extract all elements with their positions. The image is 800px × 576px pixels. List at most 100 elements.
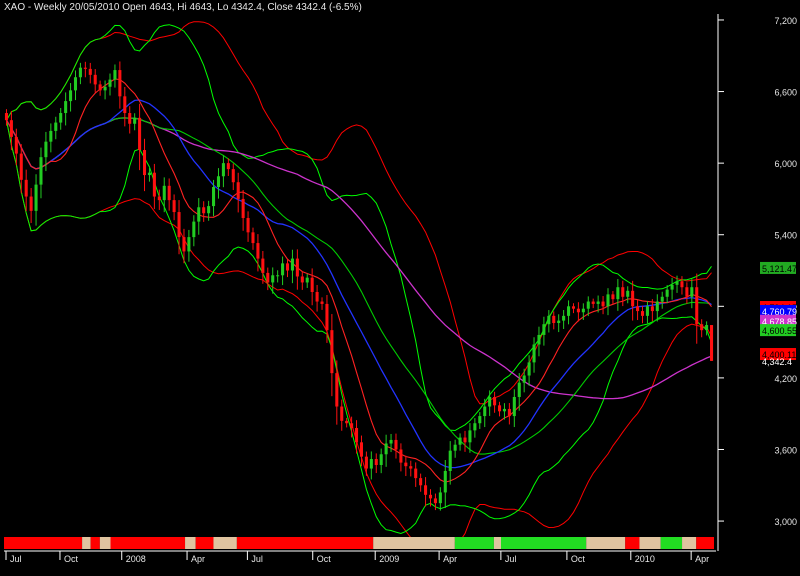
candle-body bbox=[207, 206, 211, 214]
candle-body bbox=[433, 498, 437, 504]
candle-body bbox=[49, 130, 53, 142]
candle-body bbox=[379, 454, 383, 465]
price-label-text: 4,600.55 bbox=[762, 326, 797, 336]
candle-body bbox=[295, 258, 299, 277]
candle-body bbox=[665, 289, 669, 297]
candle-body bbox=[34, 184, 38, 211]
candle-body bbox=[571, 306, 576, 309]
price-label: 4,342.4 bbox=[762, 357, 792, 367]
candle-body bbox=[488, 396, 492, 407]
candle-body bbox=[374, 459, 378, 465]
candle-body bbox=[24, 179, 28, 197]
candle-body bbox=[172, 200, 176, 213]
trend-strip-segment bbox=[682, 537, 697, 549]
x-tick-label: Oct bbox=[64, 554, 79, 564]
candle-body bbox=[285, 263, 290, 271]
trend-strip-segment bbox=[110, 537, 186, 549]
candle-body bbox=[621, 287, 625, 297]
candle-body bbox=[266, 272, 270, 283]
candle-body bbox=[404, 462, 408, 467]
candle-body bbox=[325, 303, 329, 331]
candle-body bbox=[596, 301, 600, 304]
candle-body bbox=[197, 207, 201, 222]
y-tick-label: 5,400 bbox=[774, 231, 797, 241]
candle-body bbox=[710, 325, 714, 361]
candle-body bbox=[182, 237, 186, 252]
candle-body bbox=[69, 90, 73, 102]
candle-body bbox=[59, 113, 63, 123]
candle-body bbox=[512, 396, 516, 417]
trend-strip-segment bbox=[493, 537, 501, 549]
y-tick-label: 4,200 bbox=[774, 374, 797, 384]
candle-body bbox=[221, 163, 225, 177]
candle-body bbox=[522, 375, 526, 383]
trend-strip bbox=[4, 537, 714, 549]
y-tick-label: 3,000 bbox=[774, 517, 797, 527]
candle-body bbox=[438, 492, 442, 504]
candle-body bbox=[93, 74, 97, 85]
x-tick-label: Oct bbox=[571, 554, 586, 564]
candle-body bbox=[162, 185, 166, 201]
candle-body bbox=[187, 237, 191, 252]
x-tick-label: Jul bbox=[505, 554, 517, 564]
candle-body bbox=[241, 198, 245, 219]
candle-body bbox=[305, 277, 309, 283]
candle-body bbox=[424, 485, 428, 495]
candle-body bbox=[591, 301, 595, 304]
candle-body bbox=[616, 287, 620, 300]
candle-body bbox=[73, 77, 78, 91]
candle-body bbox=[581, 308, 585, 313]
x-tick-label: Jul bbox=[251, 554, 263, 564]
candle-body bbox=[359, 442, 363, 457]
candle-body bbox=[9, 120, 13, 137]
candle-body bbox=[192, 221, 196, 238]
candle-body bbox=[650, 306, 654, 312]
candle-body bbox=[532, 344, 536, 363]
candle-body bbox=[138, 117, 142, 151]
y-tick-label: 3,600 bbox=[774, 445, 797, 455]
candle-body bbox=[29, 196, 33, 211]
candle-body bbox=[118, 70, 122, 97]
candle-body bbox=[340, 406, 344, 421]
candle-body bbox=[493, 396, 497, 406]
candle-body bbox=[231, 169, 235, 183]
candle-body bbox=[389, 439, 393, 444]
candle-body bbox=[626, 290, 630, 297]
price-chart[interactable]: 3,0003,6004,2004,8005,4006,0006,6007,200… bbox=[0, 0, 800, 571]
y-tick-label: 7,200 bbox=[774, 16, 797, 26]
y-tick-label: 6,000 bbox=[774, 159, 797, 169]
candle-body bbox=[54, 122, 58, 131]
candle-body bbox=[44, 141, 48, 158]
candle-body bbox=[330, 330, 334, 374]
chart-area[interactable]: 3,0003,6004,2004,8005,4006,0006,6007,200… bbox=[0, 0, 800, 571]
candle-body bbox=[483, 406, 487, 417]
price-label-text: 4,342.4 bbox=[762, 357, 792, 367]
candle-body bbox=[527, 362, 531, 376]
candle-body bbox=[399, 449, 403, 463]
candle-body bbox=[64, 101, 68, 114]
candle-body bbox=[453, 444, 457, 451]
candle-body bbox=[463, 437, 467, 443]
candle-body bbox=[103, 86, 107, 91]
trend-strip-segment bbox=[454, 537, 494, 549]
candle-body bbox=[83, 67, 87, 69]
candle-body bbox=[335, 373, 339, 407]
candle-body bbox=[167, 185, 171, 201]
candle-body bbox=[364, 456, 368, 469]
candle-body bbox=[256, 243, 260, 259]
candle-body bbox=[177, 212, 181, 238]
candle-body bbox=[557, 320, 561, 324]
x-tick-label: Jul bbox=[10, 554, 22, 564]
candle-body bbox=[547, 315, 551, 325]
x-tick-label: Apr bbox=[695, 554, 709, 564]
chart-header: XAO - Weekly 20/05/2010 Open 4643, Hi 46… bbox=[4, 2, 362, 13]
trend-strip-segment bbox=[625, 537, 640, 549]
candle-body bbox=[236, 182, 240, 199]
candle-body bbox=[428, 494, 433, 499]
candle-body bbox=[300, 276, 304, 283]
candle-body bbox=[562, 315, 566, 321]
candle-body bbox=[128, 113, 132, 124]
candle-body bbox=[315, 291, 319, 302]
candle-body bbox=[685, 287, 689, 297]
candle-body bbox=[670, 284, 674, 290]
